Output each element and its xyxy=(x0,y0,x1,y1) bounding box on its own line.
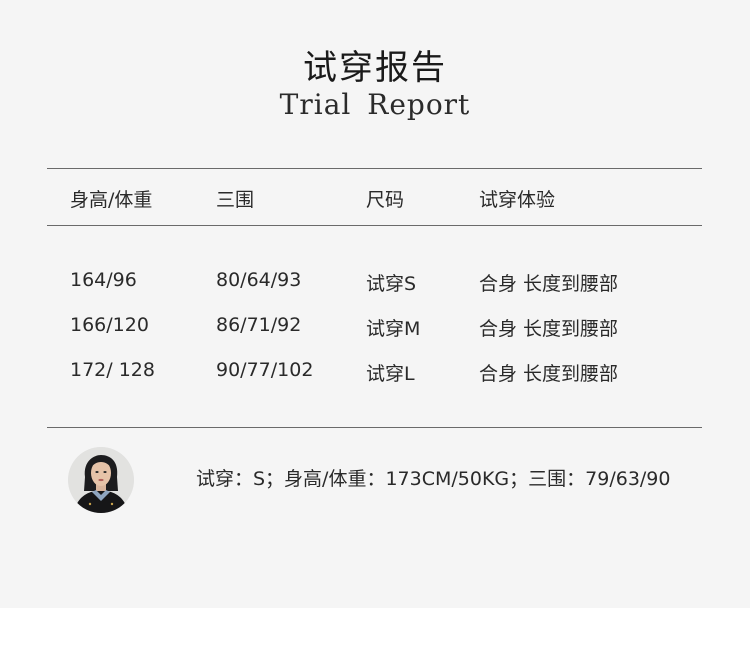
table-header-divider xyxy=(47,225,702,226)
table-bottom-divider xyxy=(47,427,702,428)
table-top-divider xyxy=(47,168,702,169)
cell-size: 试穿M xyxy=(366,318,421,340)
cell-size: 试穿L xyxy=(366,363,415,385)
cell-measurements: 80/64/93 xyxy=(216,269,302,291)
model-fit-note: 试穿：S；身高/体重：173CM/50KG；三围：79/63/90 xyxy=(196,468,671,490)
header-measurements: 三围 xyxy=(216,189,255,211)
page-title: 试穿报告 xyxy=(303,48,447,88)
cell-experience: 合身 长度到腰部 xyxy=(479,318,619,340)
header-height-weight: 身高/体重 xyxy=(70,189,153,211)
cell-measurements: 90/77/102 xyxy=(216,359,314,381)
model-avatar xyxy=(68,447,134,513)
model-portrait-icon xyxy=(68,447,134,513)
cell-experience: 合身 长度到腰部 xyxy=(479,363,619,385)
header-experience: 试穿体验 xyxy=(479,189,556,211)
trial-report-panel: 试穿报告 Trial Report 身高/体重 三围 尺码 试穿体验 164/9… xyxy=(0,0,750,608)
page-subtitle: Trial Report xyxy=(279,88,471,121)
cell-size: 试穿S xyxy=(366,273,417,295)
cell-height-weight: 166/120 xyxy=(70,314,149,336)
cell-measurements: 86/71/92 xyxy=(216,314,302,336)
header-size: 尺码 xyxy=(366,189,405,211)
cell-height-weight: 172/ 128 xyxy=(70,359,155,381)
cell-experience: 合身 长度到腰部 xyxy=(479,273,619,295)
cell-height-weight: 164/96 xyxy=(70,269,137,291)
